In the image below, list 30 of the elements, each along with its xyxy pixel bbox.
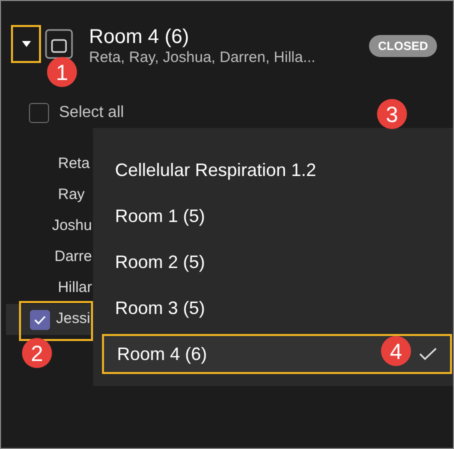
participant-name: Ray [58,185,85,206]
participant-name: Joshu [52,216,92,236]
participant-row[interactable]: Hillar [6,273,92,304]
participant-row[interactable]: Reta [6,149,92,180]
participant-row[interactable]: Jessi [6,304,92,335]
callout-number: 1 [47,57,77,87]
menu-item[interactable]: Room 2 (5) [102,242,452,282]
menu-item[interactable]: Room 3 (5) [102,288,452,328]
participant-name: Hillar [58,278,92,298]
participant-name: Jessi [56,309,90,330]
checkbox[interactable] [29,103,49,123]
participant-row[interactable]: Ray [6,180,92,211]
checkmark-icon [419,347,437,361]
participant-name: Darre [54,247,92,268]
checkbox[interactable] [30,310,50,330]
callout-number: 3 [377,99,407,129]
checkmark-icon [34,314,46,324]
status-badge: CLOSED [368,35,437,57]
room-title: Room 4 (6) [89,25,190,49]
participant-name: Reta [58,154,90,174]
callout-number: 2 [22,338,52,368]
room-members: Reta, Ray, Joshua, Darren, Hilla... [89,49,316,67]
collapse-button[interactable] [11,25,41,63]
room-icon [45,29,73,59]
menu-item[interactable]: Room 1 (5) [102,196,452,236]
participant-row[interactable]: Darre [6,242,92,273]
participant-row[interactable]: Joshu [6,211,92,242]
select-all-label: Select all [59,103,124,123]
caret-icon [22,41,30,47]
menu-item[interactable]: Cellelular Respiration 1.2 [102,150,452,190]
